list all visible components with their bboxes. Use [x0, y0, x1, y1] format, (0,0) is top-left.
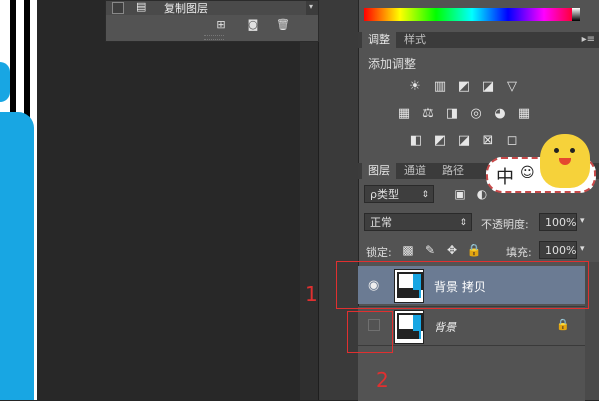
- threshold-icon[interactable]: ◪: [456, 134, 472, 148]
- trash-icon[interactable]: 🗑: [276, 19, 290, 31]
- panel-menu-icon[interactable]: ▸≡: [582, 34, 595, 45]
- selective-color-icon[interactable]: ◻: [504, 134, 520, 148]
- lock-label: 锁定:: [366, 246, 392, 259]
- action-item-label: 复制图层: [164, 2, 208, 15]
- adjustment-filter-icon[interactable]: ◐: [474, 187, 490, 201]
- scroll-down-button[interactable]: ▾: [306, 1, 318, 15]
- annotation-number-2: 2: [376, 368, 389, 392]
- black-white-icon[interactable]: ◨: [444, 107, 460, 121]
- chevron-updown-icon: ⇕: [459, 218, 467, 228]
- lock-icon: 🔒: [556, 318, 570, 331]
- lock-position-icon[interactable]: ✥: [444, 243, 460, 257]
- mascot-eye: [570, 148, 575, 153]
- color-lookup-icon[interactable]: ▦: [516, 107, 532, 121]
- mascot-chick: [540, 134, 590, 188]
- filter-label: ρ类型: [370, 188, 399, 201]
- curves-icon[interactable]: ◩: [456, 80, 472, 94]
- opacity-label: 不透明度:: [481, 218, 529, 231]
- camera-icon[interactable]: ◙: [246, 19, 260, 31]
- annotation-number-1: 1: [305, 282, 318, 306]
- workspace-area: [37, 0, 319, 400]
- invert-icon[interactable]: ◧: [408, 134, 424, 148]
- pixel-filter-icon[interactable]: ▣: [452, 187, 468, 201]
- mascot-eye: [554, 148, 559, 153]
- actions-panel: ▤ 复制图层 ▾ ⊞ ◙ 🗑: [105, 0, 319, 42]
- mascot-beak: [559, 158, 571, 165]
- lock-all-icon[interactable]: 🔒: [466, 243, 482, 257]
- highlight-box-1: [336, 261, 589, 309]
- document-canvas: [0, 0, 37, 400]
- layers-list-empty: [358, 345, 585, 401]
- tab-layers[interactable]: 图层: [362, 163, 396, 179]
- fill-input[interactable]: 100%: [539, 241, 577, 259]
- vibrance-icon[interactable]: ▽: [504, 80, 520, 94]
- blend-mode-select[interactable]: 正常 ⇕: [364, 213, 472, 231]
- tab-styles[interactable]: 样式: [398, 32, 432, 48]
- resize-grip[interactable]: [204, 35, 224, 40]
- chevron-updown-icon: ⇕: [421, 190, 429, 200]
- channel-mixer-icon[interactable]: ◕: [492, 107, 508, 121]
- adjustments-title: 添加调整: [368, 57, 417, 71]
- highlight-box-2: [347, 311, 393, 353]
- sticker-glyph: 中: [496, 167, 514, 188]
- posterize-icon[interactable]: ◩: [432, 134, 448, 148]
- new-action-icon[interactable]: ⊞: [214, 19, 228, 31]
- hue-saturation-icon[interactable]: ▦: [396, 107, 412, 121]
- canvas-figure-body: [0, 112, 34, 400]
- tab-adjustments[interactable]: 调整: [362, 32, 396, 48]
- exposure-icon[interactable]: ◪: [480, 80, 496, 94]
- action-toggle-checkbox[interactable]: [112, 2, 124, 14]
- layer-filter-select[interactable]: ρ类型 ⇕: [364, 185, 434, 203]
- action-item[interactable]: ▤ 复制图层: [106, 0, 306, 15]
- fill-label: 填充:: [506, 246, 532, 259]
- adjustments-tabbar: 调整 样式 ▸≡: [358, 32, 599, 48]
- panel-divider: [300, 0, 318, 400]
- layer-thumbnail: [394, 310, 424, 344]
- blend-mode-value: 正常: [370, 216, 392, 229]
- photo-filter-icon[interactable]: ◎: [468, 107, 484, 121]
- brightness-icon[interactable]: ☀: [407, 80, 423, 94]
- color-spectrum[interactable]: [364, 8, 580, 21]
- grayscale-ramp[interactable]: [572, 8, 580, 21]
- tab-channels[interactable]: 通道: [398, 163, 432, 179]
- opacity-dropdown-icon[interactable]: ▾: [580, 216, 585, 226]
- document-icon: ▤: [136, 0, 147, 13]
- color-balance-icon[interactable]: ⚖: [420, 107, 436, 121]
- fill-dropdown-icon[interactable]: ▾: [580, 244, 585, 254]
- sticker-emoticon-icon: ☺: [520, 165, 535, 181]
- levels-icon[interactable]: ▥: [432, 80, 448, 94]
- gradient-map-icon[interactable]: ⊠: [480, 134, 496, 148]
- canvas-stroke: [10, 0, 16, 118]
- opacity-input[interactable]: 100%: [539, 213, 577, 231]
- lock-transparency-icon[interactable]: ▩: [400, 243, 416, 257]
- canvas-figure-head: [0, 62, 10, 102]
- lock-pixels-icon[interactable]: ✎: [422, 243, 438, 257]
- tab-paths[interactable]: 路径: [436, 163, 470, 179]
- layer-name[interactable]: 背景: [434, 319, 456, 335]
- canvas-stroke: [24, 0, 30, 118]
- thumbnail-text: [397, 331, 419, 339]
